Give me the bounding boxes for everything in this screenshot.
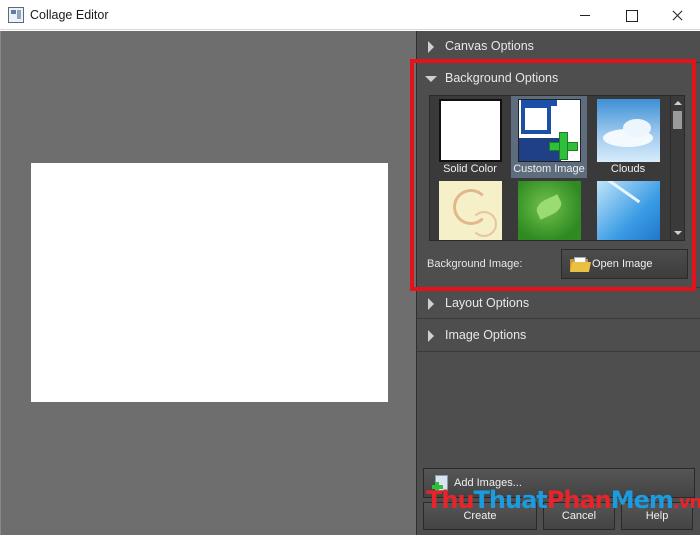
thumb-green-leaf[interactable] (511, 178, 587, 240)
thumb-custom-image[interactable]: Custom Image (511, 96, 587, 178)
clouds-preview-image (597, 99, 660, 162)
open-image-label: Open Image (592, 258, 653, 270)
thumbnail-scrollbar[interactable] (671, 95, 685, 241)
help-label: Help (645, 510, 669, 522)
open-image-button[interactable]: Open Image (561, 249, 688, 279)
background-options-label: Background Options (445, 71, 559, 85)
collage-app-icon (8, 7, 24, 23)
cancel-button[interactable]: Cancel (543, 502, 615, 530)
scroll-thumb[interactable] (673, 111, 682, 129)
scroll-down-arrow-icon[interactable] (671, 226, 684, 240)
thumb-label: Clouds (610, 163, 646, 175)
add-images-label: Add Images... (454, 477, 522, 489)
thumb-water[interactable] (590, 178, 666, 240)
image-options-label: Image Options (445, 328, 527, 342)
thumb-solid-color[interactable]: Solid Color (432, 96, 508, 178)
background-options-header[interactable]: Background Options (417, 63, 700, 95)
help-button[interactable]: Help (621, 502, 693, 530)
thumb-clouds[interactable]: Clouds (590, 96, 666, 178)
solid-color-swatch (439, 99, 502, 162)
layout-options-label: Layout Options (445, 296, 530, 310)
close-icon[interactable] (654, 0, 700, 30)
window-title: Collage Editor (30, 8, 109, 22)
canvas-options-header[interactable]: Canvas Options (417, 31, 700, 63)
title-bar: Collage Editor (0, 0, 700, 30)
create-label: Create (463, 510, 497, 522)
custom-image-add-icon (518, 99, 581, 162)
floral-preview-image (439, 181, 502, 240)
thumb-floral[interactable] (432, 178, 508, 240)
scroll-up-arrow-icon[interactable] (671, 96, 684, 110)
folder-open-icon (569, 257, 592, 272)
expand-arrow-icon (428, 41, 434, 53)
maximize-icon[interactable] (608, 0, 654, 30)
add-images-button[interactable]: Add Images... (423, 468, 695, 498)
image-options-header[interactable]: Image Options (417, 320, 700, 352)
water-preview-image (597, 181, 660, 240)
options-panel: Canvas Options Background Options Solid … (416, 31, 700, 535)
thumb-label: Custom Image (513, 163, 585, 175)
green-leaf-preview-image (518, 181, 581, 240)
canvas-options-label: Canvas Options (445, 39, 534, 53)
thumb-label: Solid Color (443, 163, 497, 175)
background-thumbnail-grid: Solid Color Custom Image Clouds (429, 95, 671, 241)
expand-arrow-icon (428, 298, 434, 310)
collapse-arrow-icon (425, 76, 437, 82)
expand-arrow-icon (428, 330, 434, 342)
layout-options-header[interactable]: Layout Options (417, 287, 700, 319)
minimize-icon[interactable] (562, 0, 608, 30)
cancel-label: Cancel (561, 510, 597, 522)
add-image-icon (432, 475, 448, 493)
collage-canvas[interactable] (31, 163, 388, 402)
background-image-label: Background Image: (427, 258, 523, 270)
canvas-preview-area (0, 31, 416, 535)
create-button[interactable]: Create (423, 502, 537, 530)
